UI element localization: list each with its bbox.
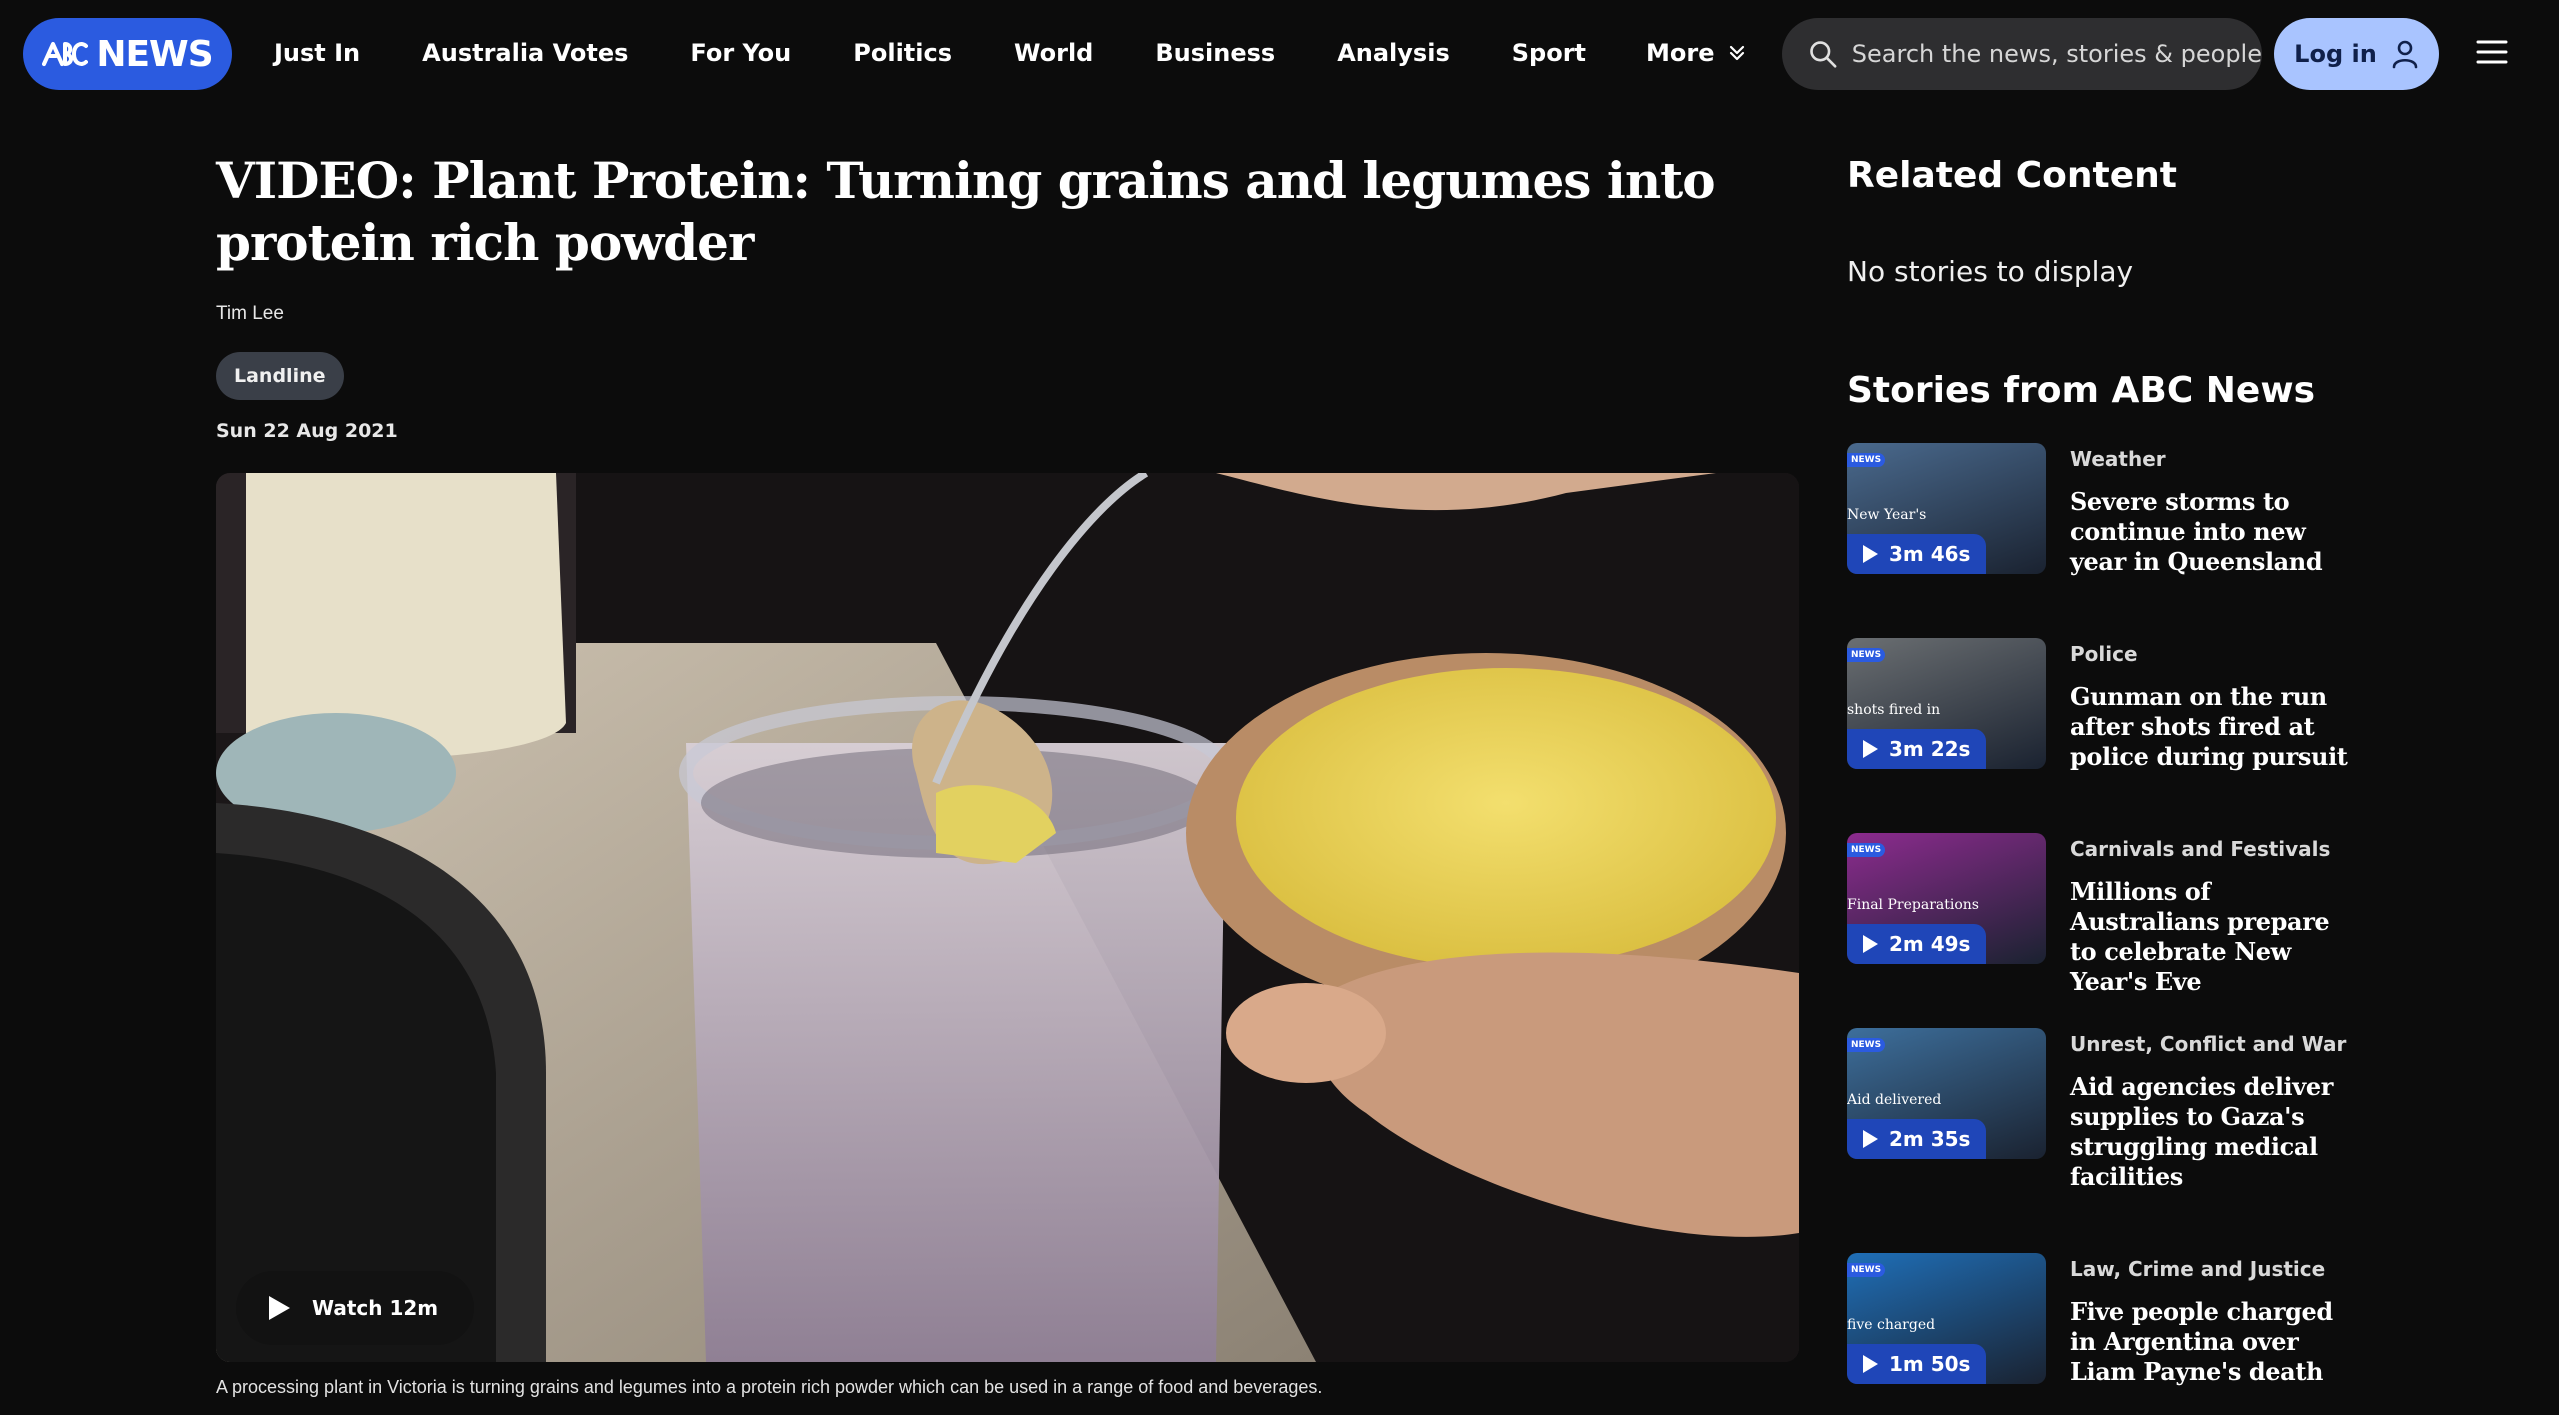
- thumbnail-caption: Final Preparations: [1847, 897, 1979, 913]
- story-title[interactable]: Severe storms to continue into new year …: [2070, 487, 2360, 577]
- thumbnail-caption: five charged: [1847, 1317, 1936, 1333]
- thumbnail-caption: New Year's: [1847, 507, 1927, 523]
- duration-text: 3m 46s: [1889, 542, 1971, 566]
- play-icon: [1863, 935, 1878, 953]
- thumbnail-caption: shots fired in: [1847, 702, 1941, 718]
- play-icon: [1863, 1130, 1878, 1148]
- story-thumbnail: NEWS Final Preparations 2m 49s: [1847, 833, 2046, 964]
- story-card[interactable]: NEWS Final Preparations 2m 49s Carnivals…: [1847, 833, 2407, 996]
- nav-more[interactable]: More: [1646, 39, 1746, 67]
- story-thumbnail: NEWS shots fired in 3m 22s: [1847, 638, 2046, 769]
- story-title[interactable]: Millions of Australians prepare to celeb…: [2070, 877, 2360, 997]
- article-headline: VIDEO: Plant Protein: Turning grains and…: [216, 151, 1716, 272]
- duration-badge: 3m 46s: [1847, 534, 1987, 574]
- story-card[interactable]: NEWS shots fired in 3m 22s Police Gunman…: [1847, 638, 2407, 798]
- nav-analysis[interactable]: Analysis: [1337, 39, 1450, 67]
- duration-badge: 2m 35s: [1847, 1119, 1987, 1159]
- abc-badge: NEWS: [1847, 1263, 1886, 1277]
- thumbnail-caption: Aid delivered: [1847, 1092, 1942, 1108]
- play-icon: [1863, 545, 1878, 563]
- story-thumbnail: NEWS five charged 1m 50s: [1847, 1253, 2046, 1384]
- story-category[interactable]: Law, Crime and Justice: [2070, 1257, 2325, 1281]
- search-placeholder: Search the news, stories & people: [1851, 40, 2262, 68]
- login-label: Log in: [2294, 40, 2377, 68]
- video-caption: A processing plant in Victoria is turnin…: [216, 1377, 1323, 1397]
- no-stories-message: No stories to display: [1847, 255, 2134, 288]
- program-tag[interactable]: Landline: [216, 352, 344, 400]
- search-icon: [1810, 41, 1837, 68]
- play-icon: [1863, 740, 1878, 758]
- stories-heading: Stories from ABC News: [1847, 370, 2316, 411]
- story-card[interactable]: NEWS five charged 1m 50s Law, Crime and …: [1847, 1253, 2407, 1413]
- story-category[interactable]: Unrest, Conflict and War: [2070, 1032, 2346, 1056]
- related-content-heading: Related Content: [1847, 155, 2177, 196]
- duration-badge: 3m 22s: [1847, 729, 1987, 769]
- video-player[interactable]: Watch 12m: [216, 473, 1799, 1362]
- nav-more-label: More: [1646, 39, 1715, 67]
- logo-text: NEWS: [96, 33, 213, 75]
- duration-text: 2m 49s: [1889, 932, 1971, 956]
- watch-video-button[interactable]: Watch 12m: [236, 1271, 475, 1345]
- abc-badge: NEWS: [1847, 648, 1886, 662]
- nav-business[interactable]: Business: [1155, 39, 1275, 67]
- abc-logo-icon: [42, 42, 89, 66]
- site-header: NEWS Just In Australia Votes For You Pol…: [0, 0, 2559, 104]
- chevron-double-down-icon: [1730, 45, 1745, 61]
- menu-icon[interactable]: [2476, 38, 2508, 66]
- user-icon: [2392, 40, 2418, 69]
- nav-world[interactable]: World: [1014, 39, 1093, 67]
- play-icon: [1863, 1355, 1878, 1373]
- abc-badge: NEWS: [1847, 843, 1886, 857]
- duration-badge: 2m 49s: [1847, 924, 1987, 964]
- story-title[interactable]: Gunman on the run after shots fired at p…: [2070, 682, 2360, 772]
- publish-date: Sun 22 Aug 2021: [216, 420, 398, 442]
- duration-badge: 1m 50s: [1847, 1344, 1987, 1384]
- main-nav: Just In Australia Votes For You Politics…: [274, 28, 1808, 78]
- story-title[interactable]: Five people charged in Argentina over Li…: [2070, 1297, 2360, 1387]
- watch-label: Watch 12m: [312, 1296, 439, 1320]
- story-card[interactable]: NEWS Aid delivered 2m 35s Unrest, Confli…: [1847, 1028, 2407, 1191]
- story-thumbnail: NEWS Aid delivered 2m 35s: [1847, 1028, 2046, 1159]
- nav-for-you[interactable]: For You: [690, 39, 791, 67]
- login-button[interactable]: Log in: [2274, 18, 2439, 90]
- duration-text: 1m 50s: [1889, 1352, 1971, 1376]
- nav-politics[interactable]: Politics: [853, 39, 952, 67]
- story-category[interactable]: Weather: [2070, 447, 2166, 471]
- play-icon: [269, 1296, 290, 1320]
- story-title[interactable]: Aid agencies deliver supplies to Gaza's …: [2070, 1072, 2360, 1192]
- abc-badge: NEWS: [1847, 1038, 1886, 1052]
- story-card[interactable]: NEWS New Year's 3m 46s Weather Severe st…: [1847, 443, 2407, 603]
- story-thumbnail: NEWS New Year's 3m 46s: [1847, 443, 2046, 574]
- nav-just-in[interactable]: Just In: [274, 39, 360, 67]
- author-byline[interactable]: Tim Lee: [216, 303, 284, 325]
- story-category[interactable]: Carnivals and Festivals: [2070, 837, 2330, 861]
- video-poster: [216, 473, 1799, 1362]
- duration-text: 3m 22s: [1889, 737, 1971, 761]
- nav-sport[interactable]: Sport: [1512, 39, 1586, 67]
- abc-news-logo[interactable]: NEWS: [23, 18, 232, 90]
- abc-badge: NEWS: [1847, 453, 1886, 467]
- search-bar[interactable]: Search the news, stories & people: [1782, 18, 2262, 90]
- duration-text: 2m 35s: [1889, 1127, 1971, 1151]
- nav-australia-votes[interactable]: Australia Votes: [422, 39, 628, 67]
- story-category[interactable]: Police: [2070, 642, 2138, 666]
